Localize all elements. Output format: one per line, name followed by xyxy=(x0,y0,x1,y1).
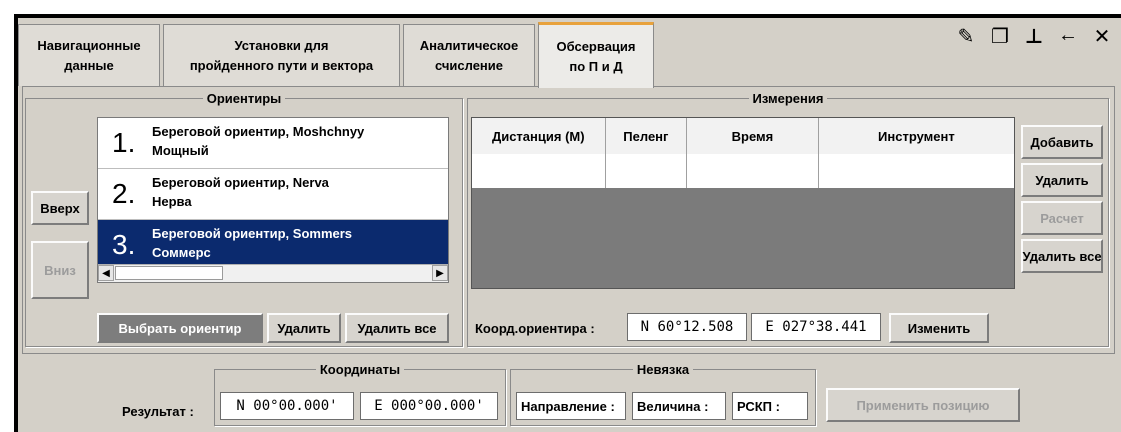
delete-all-landmarks-button[interactable]: Удалить все xyxy=(345,313,449,343)
change-coords-button[interactable]: Изменить xyxy=(889,313,989,343)
landmark-number: 3. xyxy=(112,229,136,260)
pin-icon[interactable]: ✎ xyxy=(955,24,977,49)
select-landmark-button[interactable]: Выбрать ориентир xyxy=(97,313,263,343)
column-time[interactable]: Время xyxy=(687,118,819,154)
observation-window: Навигационные данные Установки для пройд… xyxy=(14,14,1121,432)
landmark-subtitle: Мощный xyxy=(152,143,209,158)
result-latitude-field[interactable]: N 00°00.000' xyxy=(220,392,354,420)
tab-dead-reckoning-settings[interactable]: Установки для пройденного пути и вектора xyxy=(163,24,400,86)
delete-landmark-button[interactable]: Удалить xyxy=(267,313,341,343)
landmarks-title: Ориентиры xyxy=(206,91,282,106)
landmark-coords-label: Коорд.ориентира : xyxy=(475,321,595,336)
table-row[interactable] xyxy=(472,154,1014,188)
table-header: Дистанция (М) Пеленг Время Инструмент xyxy=(472,118,1014,155)
move-down-button[interactable]: Вниз xyxy=(31,241,89,299)
direction-field: Направление : xyxy=(516,392,626,420)
landmark-longitude-field[interactable]: E 027°38.441 xyxy=(751,313,881,341)
cell-bearing[interactable] xyxy=(606,154,688,188)
cell-time[interactable] xyxy=(687,154,819,188)
dock-icon[interactable]: ⊥ xyxy=(1023,24,1045,49)
landmark-list: 1. Береговой ориентир, Moshchnyy Мощный … xyxy=(97,117,449,283)
column-distance[interactable]: Дистанция (М) xyxy=(472,118,606,154)
calculate-button[interactable]: Расчет xyxy=(1021,201,1103,235)
scroll-right-icon[interactable]: ▶ xyxy=(432,265,448,281)
result-label: Результат : xyxy=(122,404,194,419)
cell-distance[interactable] xyxy=(472,154,606,188)
landmark-item-1[interactable]: 1. Береговой ориентир, Moshchnyy Мощный xyxy=(98,118,448,169)
landmark-title: Береговой ориентир, Moshchnyy xyxy=(152,124,365,139)
back-arrow-icon[interactable]: ← xyxy=(1057,24,1079,49)
coordinates-title: Координаты xyxy=(319,362,401,377)
tab-analytical-reckoning[interactable]: Аналитическое счисление xyxy=(403,24,535,86)
delete-all-measurements-button[interactable]: Удалить все xyxy=(1021,239,1103,273)
landmark-subtitle: Нерва xyxy=(152,194,192,209)
apply-position-button[interactable]: Применить позицию xyxy=(826,388,1020,422)
landmark-title: Береговой ориентир, Sommers xyxy=(152,226,353,241)
horizontal-scrollbar[interactable]: ◀ ▶ xyxy=(98,264,448,282)
window-toolbar: ✎ ❐ ⊥ ← ✕ xyxy=(955,24,1113,49)
landmark-title: Береговой ориентир, Nerva xyxy=(152,175,329,190)
column-instrument[interactable]: Инструмент xyxy=(819,118,1014,154)
add-measurement-button[interactable]: Добавить xyxy=(1021,125,1103,159)
tab-navigation-data[interactable]: Навигационные данные xyxy=(18,24,160,86)
landmark-number: 1. xyxy=(112,127,136,158)
column-bearing[interactable]: Пеленг xyxy=(606,118,688,154)
tab-page: Ориентиры Вверх Вниз 1. Береговой ориент… xyxy=(22,86,1115,354)
tab-observation-bearing-distance[interactable]: Обсервация по П и Д xyxy=(538,22,654,88)
result-longitude-field[interactable]: E 000°00.000' xyxy=(360,392,498,420)
rskp-field: РСКП : xyxy=(732,392,808,420)
move-up-button[interactable]: Вверх xyxy=(31,191,89,225)
position-error-title: Невязка xyxy=(636,362,690,377)
landmark-item-2[interactable]: 2. Береговой ориентир, Nerva Нерва xyxy=(98,169,448,220)
measurements-table: Дистанция (М) Пеленг Время Инструмент xyxy=(471,117,1015,289)
restore-icon[interactable]: ❐ xyxy=(989,24,1011,49)
landmark-subtitle: Соммерс xyxy=(152,245,211,260)
scroll-thumb[interactable] xyxy=(115,266,223,280)
landmark-number: 2. xyxy=(112,178,136,209)
close-icon[interactable]: ✕ xyxy=(1091,24,1113,49)
scroll-left-icon[interactable]: ◀ xyxy=(98,265,114,281)
cell-instrument[interactable] xyxy=(819,154,1014,188)
delete-measurement-button[interactable]: Удалить xyxy=(1021,163,1103,197)
measurements-title: Измерения xyxy=(752,91,824,106)
landmark-latitude-field[interactable]: N 60°12.508 xyxy=(627,313,747,341)
magnitude-field: Величина : xyxy=(632,392,726,420)
